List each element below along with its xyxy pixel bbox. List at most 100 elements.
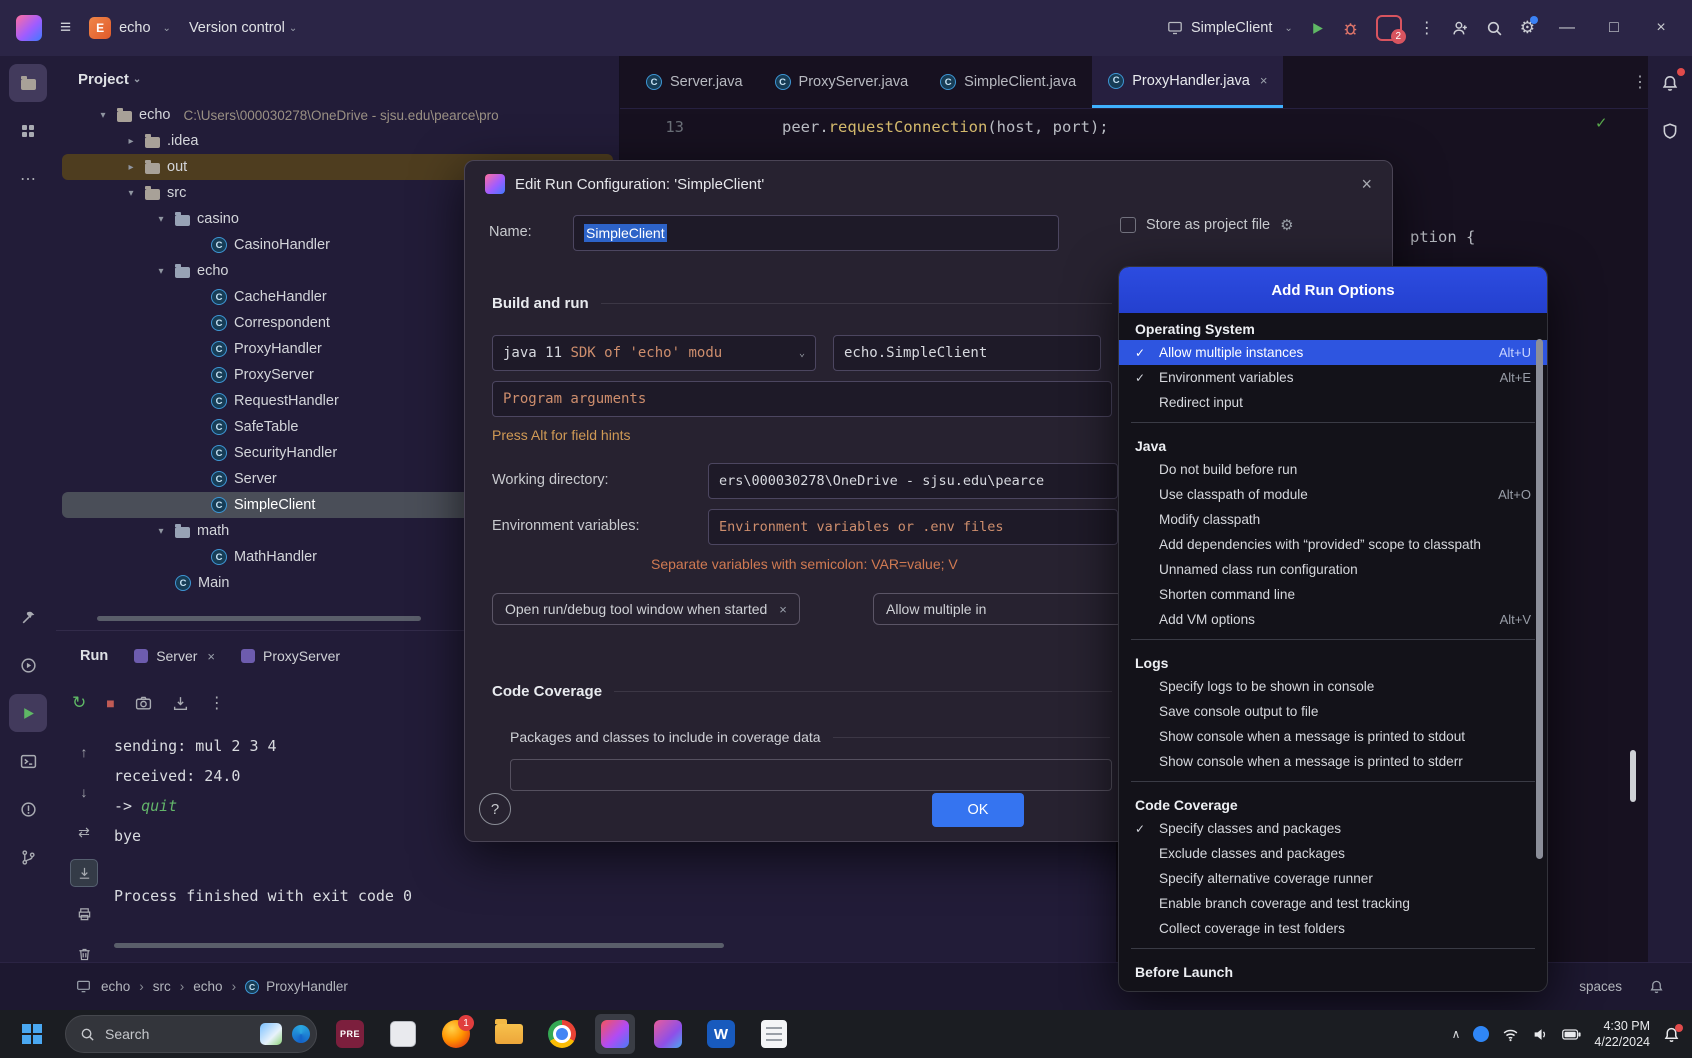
option-use-classpath[interactable]: Use classpath of moduleAlt+O [1119, 482, 1547, 507]
code-line[interactable]: 13 peer.requestConnection(host, port); [620, 118, 1109, 136]
breadcrumb-echo[interactable]: echo [101, 979, 130, 994]
settings-button[interactable]: ⚙ [1520, 18, 1535, 38]
close-icon[interactable]: × [779, 602, 787, 617]
option-specify-classes[interactable]: ✓Specify classes and packages [1119, 816, 1547, 841]
breadcrumb-echo-pkg[interactable]: echo [193, 979, 222, 994]
run-tab-proxyserver[interactable]: ProxyServer [241, 648, 340, 664]
word-icon[interactable]: W [701, 1014, 741, 1054]
open-tool-window-chip[interactable]: Open run/debug tool window when started× [492, 593, 800, 625]
name-input[interactable]: SimpleClient [573, 215, 1059, 251]
minimize-button[interactable]: — [1552, 19, 1582, 37]
chevron-right-icon[interactable]: ▸ [124, 136, 138, 147]
breadcrumb-proxyhandler[interactable]: ProxyHandler [266, 979, 348, 994]
tree-item-idea[interactable]: ▸.idea [62, 128, 613, 154]
allow-multiple-chip[interactable]: Allow multiple in [873, 593, 1123, 625]
option-collect-coverage-test-folders[interactable]: Collect coverage in test folders [1119, 916, 1547, 941]
soft-wrap-icon[interactable]: ⇄ [71, 819, 97, 845]
close-window-button[interactable]: × [1646, 19, 1676, 37]
project-scrollbar[interactable] [97, 616, 421, 621]
white-app-icon[interactable] [383, 1014, 423, 1054]
option-unnamed-class[interactable]: Unnamed class run configuration [1119, 557, 1547, 582]
jre-select[interactable]: java 11 SDK of 'echo' modu⌄ [492, 335, 816, 371]
store-as-project-file-row[interactable]: Store as project file ⚙ [1120, 216, 1294, 234]
chevron-right-icon[interactable]: ▸ [124, 162, 138, 173]
more-icon[interactable]: ⋮ [209, 693, 225, 713]
tray-expand-icon[interactable]: ∧ [1452, 1027, 1461, 1041]
breadcrumb-src[interactable]: src [153, 979, 171, 994]
chrome-icon[interactable] [542, 1014, 582, 1054]
option-specify-logs[interactable]: Specify logs to be shown in console [1119, 674, 1547, 699]
tab-simpleclient-java[interactable]: CSimpleClient.java [924, 56, 1092, 108]
down-stack-icon[interactable]: ↓ [71, 779, 97, 805]
tray-notifications-button[interactable] [1663, 1026, 1680, 1043]
close-icon[interactable]: × [1361, 174, 1372, 195]
pre-app-icon[interactable]: PRE [330, 1014, 370, 1054]
status-notifications-icon[interactable] [1649, 979, 1664, 994]
tab-proxyserver-java[interactable]: CProxyServer.java [759, 56, 925, 108]
start-button[interactable] [12, 1014, 52, 1054]
main-class-input[interactable]: echo.SimpleClient [833, 335, 1101, 371]
chevron-down-icon[interactable]: ▾ [154, 526, 168, 537]
maximize-button[interactable]: □ [1599, 19, 1629, 37]
tab-options-icon[interactable]: ⋮ [1632, 72, 1648, 92]
problems-tool-button[interactable] [9, 790, 47, 828]
firefox-icon[interactable]: 1 [436, 1014, 476, 1054]
option-shorten-command-line[interactable]: Shorten command line [1119, 582, 1547, 607]
terminal-tool-button[interactable] [9, 742, 47, 780]
file-explorer-icon[interactable] [489, 1014, 529, 1054]
project-widget[interactable]: Eecho⌄ [89, 17, 171, 39]
notifications-button[interactable] [1651, 64, 1689, 102]
checkbox-icon[interactable] [1120, 217, 1136, 233]
chevron-down-icon[interactable]: ▾ [124, 188, 138, 199]
coverage-packages-list[interactable] [510, 759, 1112, 791]
dialog-header[interactable]: Edit Run Configuration: 'SimpleClient' × [465, 161, 1392, 207]
run-tab-server[interactable]: Server× [134, 648, 215, 664]
clock[interactable]: 4:30 PM4/22/2024 [1594, 1018, 1650, 1051]
popup-scrollbar[interactable] [1536, 339, 1543, 859]
taskbar-search[interactable]: Search [65, 1015, 317, 1053]
ok-button[interactable]: OK [932, 793, 1024, 827]
run-tool-button[interactable] [9, 694, 47, 732]
option-show-console-stderr[interactable]: Show console when a message is printed t… [1119, 749, 1547, 774]
option-add-dependencies[interactable]: Add dependencies with “provided” scope t… [1119, 532, 1547, 557]
code-with-me-button[interactable] [1452, 20, 1469, 37]
option-add-vm-options[interactable]: Add VM optionsAlt+V [1119, 607, 1547, 632]
wifi-icon[interactable] [1502, 1026, 1519, 1043]
paint-app-icon[interactable] [648, 1014, 688, 1054]
running-processes-button[interactable]: 2 [1376, 15, 1402, 41]
indent-info[interactable]: spaces [1579, 979, 1622, 994]
services-tool-button[interactable] [9, 646, 47, 684]
rerun-icon[interactable]: ↻ [72, 693, 86, 713]
inspection-ok-icon[interactable]: ✓ [1595, 114, 1608, 132]
console-scrollbar[interactable] [114, 943, 724, 948]
search-highlight-icon[interactable] [260, 1023, 282, 1045]
option-allow-multiple-instances[interactable]: ✓Allow multiple instancesAlt+U [1119, 340, 1547, 365]
git-tool-button[interactable] [9, 838, 47, 876]
option-branch-coverage[interactable]: Enable branch coverage and test tracking [1119, 891, 1547, 916]
build-tool-button[interactable] [9, 598, 47, 636]
option-redirect-input[interactable]: Redirect input [1119, 390, 1547, 415]
volume-icon[interactable] [1532, 1026, 1549, 1043]
option-environment-variables[interactable]: ✓Environment variablesAlt+E [1119, 365, 1547, 390]
chevron-down-icon[interactable]: ▾ [96, 110, 110, 121]
copilot-icon[interactable] [292, 1025, 310, 1043]
battery-icon[interactable] [1562, 1029, 1581, 1040]
option-show-console-stdout[interactable]: Show console when a message is printed t… [1119, 724, 1547, 749]
option-save-console-output[interactable]: Save console output to file [1119, 699, 1547, 724]
help-button[interactable]: ? [479, 793, 511, 825]
scroll-to-end-icon[interactable] [70, 859, 98, 887]
option-alternative-coverage-runner[interactable]: Specify alternative coverage runner [1119, 866, 1547, 891]
option-exclude-classes[interactable]: Exclude classes and packages [1119, 841, 1547, 866]
print-icon[interactable] [71, 901, 97, 927]
run-button[interactable] [1310, 21, 1325, 36]
option-modify-classpath[interactable]: Modify classpath [1119, 507, 1547, 532]
option-do-not-build[interactable]: Do not build before run [1119, 457, 1547, 482]
working-directory-input[interactable]: ers\000030278\OneDrive - sjsu.edu\pearce [708, 463, 1118, 499]
console-output[interactable]: sending: mul 2 3 4 received: 24.0 -> qui… [114, 731, 412, 911]
close-icon[interactable]: × [1260, 73, 1268, 88]
export-icon[interactable] [172, 695, 189, 712]
up-stack-icon[interactable]: ↑ [71, 739, 97, 765]
chevron-down-icon[interactable]: ▾ [154, 214, 168, 225]
more-actions-icon[interactable]: ⋮ [1419, 18, 1435, 38]
project-panel-header[interactable]: Project⌄ [56, 56, 619, 102]
